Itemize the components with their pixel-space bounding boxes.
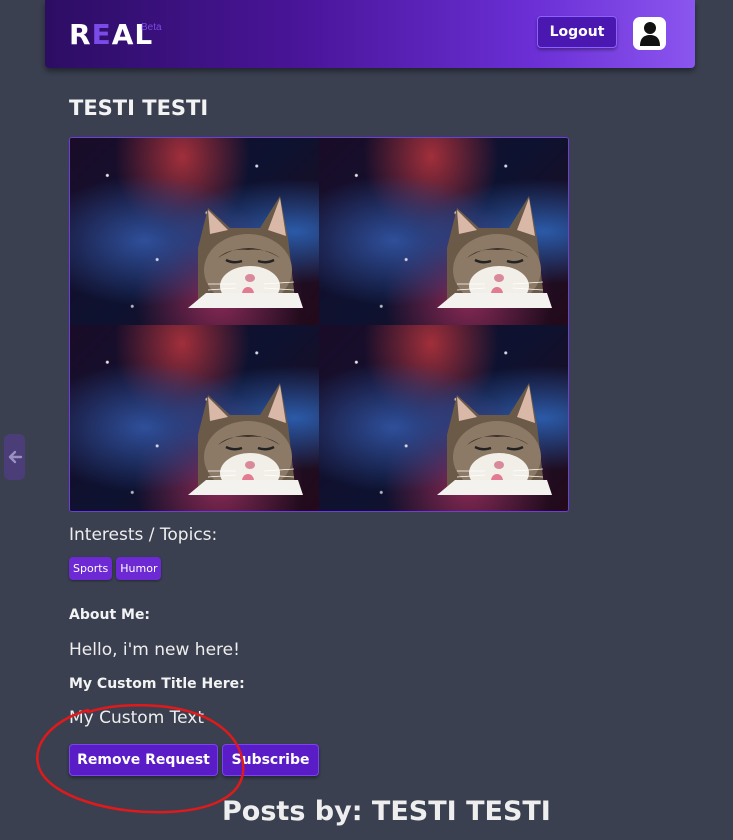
tag-humor[interactable]: Humor xyxy=(116,557,162,580)
user-icon xyxy=(639,21,660,46)
interests-label: Interests / Topics: xyxy=(69,525,218,545)
subscribe-button[interactable]: Subscribe xyxy=(222,744,319,776)
posts-heading: Posts by: TESTI TESTI xyxy=(222,796,551,827)
profile-banner-image xyxy=(69,137,569,512)
remove-request-button[interactable]: Remove Request xyxy=(69,744,218,776)
cat-image xyxy=(188,382,303,495)
logout-button[interactable]: Logout xyxy=(537,16,617,48)
cat-image xyxy=(188,196,303,308)
beta-badge: Beta xyxy=(141,22,162,33)
profile-name: TESTI TESTI xyxy=(69,96,209,120)
tag-sports[interactable]: Sports xyxy=(69,557,113,580)
avatar-button[interactable] xyxy=(633,17,666,50)
banner-tile xyxy=(319,138,568,325)
about-me-heading: About Me: xyxy=(69,607,151,623)
sidebar-toggle[interactable] xyxy=(4,434,25,480)
interest-tags: Sports Humor xyxy=(69,557,162,580)
banner-tile xyxy=(70,324,319,511)
cat-image xyxy=(437,382,552,495)
about-me-text: Hello, i'm new here! xyxy=(69,640,240,660)
custom-title-heading: My Custom Title Here: xyxy=(69,676,245,692)
custom-text: My Custom Text xyxy=(69,708,205,728)
banner-tile xyxy=(70,138,319,325)
arrow-left-icon xyxy=(8,450,22,464)
top-navbar: REAL Beta Logout xyxy=(45,0,695,68)
cat-image xyxy=(437,196,552,308)
banner-tile xyxy=(319,324,568,511)
